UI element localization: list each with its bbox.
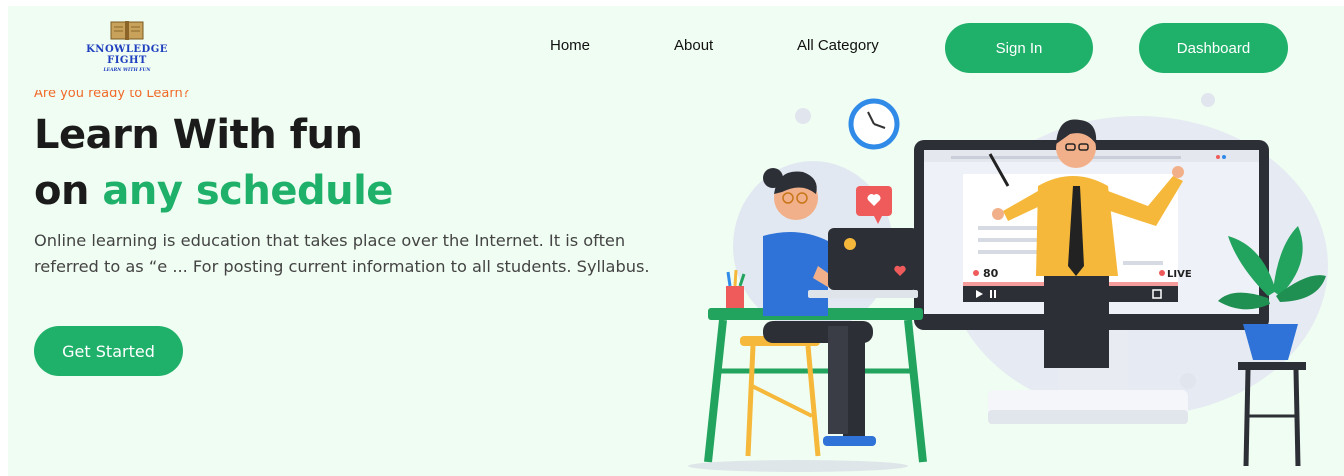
hero-title-line2: on any schedule — [34, 168, 393, 214]
dashboard-button[interactable]: Dashboard — [1139, 23, 1288, 73]
live-badge: LIVE — [1167, 269, 1192, 280]
nav-link-home[interactable]: Home — [550, 37, 590, 54]
navbar-overlap-mask — [28, 76, 248, 90]
nav-link-about[interactable]: About — [674, 37, 713, 54]
decor-circle — [1180, 373, 1196, 389]
hero-description: Online learning is education that takes … — [34, 231, 650, 276]
hero-title-line1: Learn With fun — [34, 112, 363, 158]
decor-circle — [795, 108, 811, 124]
decor-circle — [1201, 93, 1215, 107]
nav-link-all-category[interactable]: All Category — [797, 37, 879, 54]
page-background: KNOWLEDGE FIGHT LEARN WITH FUN Home Abou… — [8, 6, 1344, 476]
viewer-count: 80 — [983, 267, 999, 280]
book-icon — [110, 21, 144, 40]
hero-title-prefix: on — [34, 168, 103, 214]
sign-in-button[interactable]: Sign In — [945, 23, 1093, 73]
hero-title-accent: any schedule — [102, 168, 393, 214]
chair — [740, 336, 821, 457]
online-learning-illustration: 80 LIVE — [688, 93, 1328, 472]
logo-tagline: LEARN WITH FUN — [103, 68, 151, 73]
logo-text-line1: KNOWLEDGE — [86, 44, 168, 55]
clock-icon — [848, 98, 900, 150]
logo-text-line2: FIGHT — [107, 55, 147, 66]
get-started-button[interactable]: Get Started — [34, 326, 183, 376]
